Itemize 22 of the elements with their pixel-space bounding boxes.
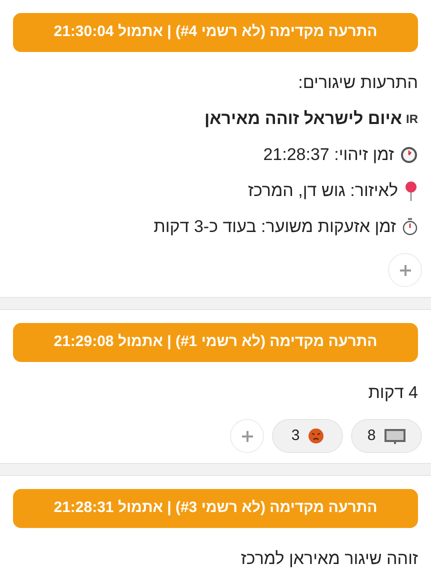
screen-icon bbox=[384, 428, 406, 444]
message-text: התרעות שיגורים: bbox=[298, 72, 418, 94]
alert-title: איום לישראל זוהה מאיראן bbox=[204, 108, 402, 130]
message-text: זמן זיהוי: 21:28:37 bbox=[263, 144, 394, 166]
message-text: זמן אזעקות משוער: בעוד כ-3 דקות bbox=[154, 216, 396, 238]
add-reaction-button[interactable] bbox=[230, 419, 264, 453]
message-text: לאיזור: גוש דן, המרכז bbox=[248, 180, 398, 202]
message-text: 4 דקות bbox=[368, 382, 418, 404]
flag-label: IR bbox=[406, 111, 418, 128]
message-header: התרעה מקדימה (לא רשמי #4) | אתמול 21:30:04 bbox=[13, 13, 418, 52]
message-text: זוהה שיגור מאיראן למרכז bbox=[240, 548, 418, 570]
angry-face-icon bbox=[308, 428, 324, 444]
pin-icon bbox=[404, 181, 418, 201]
message-header: התרעה מקדימה (לא רשמי #1) | אתמול 21:29:08 bbox=[13, 323, 418, 362]
reaction-chip[interactable]: 3 bbox=[272, 419, 343, 453]
stopwatch-icon bbox=[402, 218, 418, 236]
plus-icon bbox=[400, 264, 410, 276]
clock-icon bbox=[400, 146, 418, 164]
plus-icon bbox=[242, 430, 252, 442]
reaction-chip[interactable]: 8 bbox=[351, 419, 422, 453]
message-header: התרעה מקדימה (לא רשמי #3) | אתמול 21:28:31 bbox=[13, 489, 418, 528]
add-reaction-button[interactable] bbox=[388, 253, 422, 287]
